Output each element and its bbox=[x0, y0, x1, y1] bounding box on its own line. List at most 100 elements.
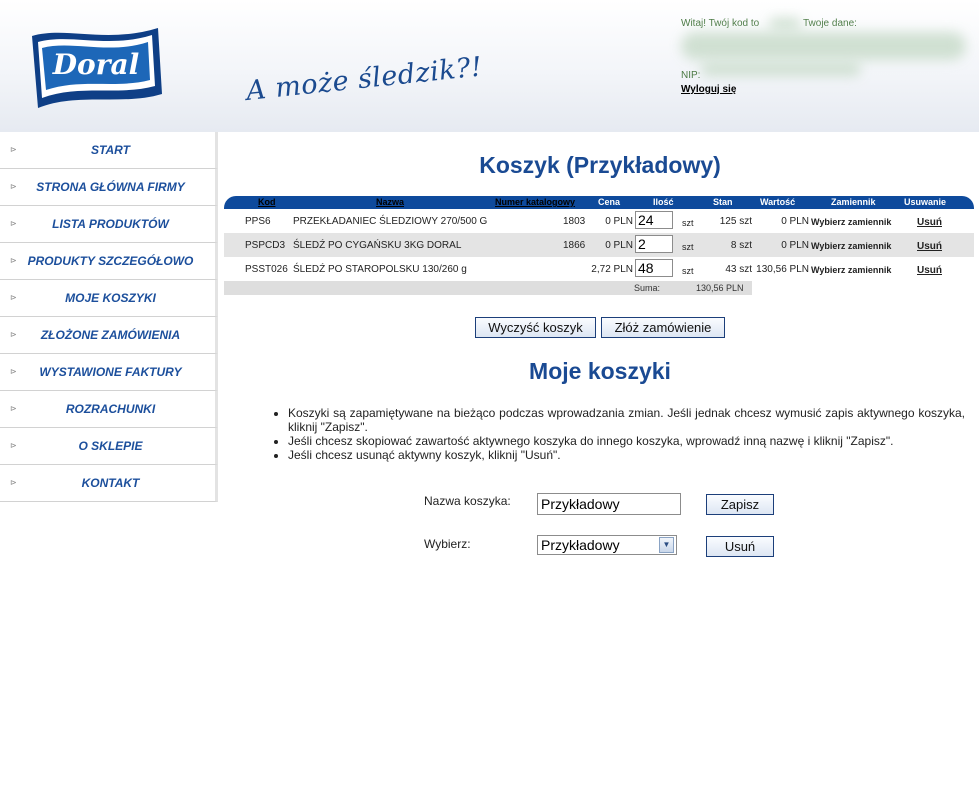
cell-numer: 1803 bbox=[563, 216, 586, 227]
cell-cena: 0 PLN bbox=[605, 240, 633, 251]
info-item: Koszyki są zapamiętywane na bieżąco podc… bbox=[288, 406, 965, 434]
cell-wartosc: 130,56 PLN bbox=[756, 264, 809, 275]
sidebar-item-label: LISTA PRODUKTÓW bbox=[52, 217, 169, 231]
choose-replacement-link[interactable]: Wybierz zamiennik bbox=[811, 265, 891, 275]
column-header-cena: Cena bbox=[598, 197, 621, 207]
choose-replacement-link[interactable]: Wybierz zamiennik bbox=[811, 241, 891, 251]
baskets-info-list: Koszyki są zapamiętywane na bieżąco podc… bbox=[274, 406, 965, 462]
cell-stan: 43 szt bbox=[725, 264, 752, 275]
info-item: Jeśli chcesz usunąć aktywny koszyk, klik… bbox=[288, 448, 965, 462]
logout-link[interactable]: Wyloguj się bbox=[681, 84, 736, 95]
basket-select-value: Przykładowy bbox=[541, 537, 620, 553]
arrow-icon: ⊳ bbox=[10, 145, 17, 154]
sidebar-item-label: STRONA GŁÓWNA FIRMY bbox=[36, 180, 185, 194]
cell-wartosc: 0 PLN bbox=[781, 240, 809, 251]
sum-label: Suma: bbox=[634, 283, 661, 293]
cart-table-header: Kod Nazwa Numer katalogowy Cena Ilość St… bbox=[224, 196, 974, 209]
cell-wartosc: 0 PLN bbox=[781, 216, 809, 227]
user-info: Witaj! Twój kod to Twoje dane: NIP: Wylo… bbox=[681, 18, 971, 118]
place-order-button[interactable]: Złóż zamówienie bbox=[601, 317, 725, 338]
arrow-icon: ⊳ bbox=[10, 182, 17, 191]
sidebar-item-products-list[interactable]: ⊳ LISTA PRODUKTÓW bbox=[0, 206, 218, 243]
cell-unit: szt bbox=[682, 266, 694, 276]
quantity-input[interactable] bbox=[635, 259, 673, 277]
arrow-icon: ⊳ bbox=[10, 367, 17, 376]
sidebar-item-label: KONTAKT bbox=[81, 476, 140, 490]
choose-replacement-link[interactable]: Wybierz zamiennik bbox=[811, 217, 891, 227]
column-header-usuwanie: Usuwanie bbox=[904, 197, 947, 207]
delete-item-link[interactable]: Usuń bbox=[917, 217, 942, 228]
basket-select[interactable]: Przykładowy ▼ bbox=[537, 535, 677, 555]
redacted-user-data bbox=[681, 32, 966, 60]
sum-value: 130,56 PLN bbox=[696, 283, 744, 293]
cell-kod: PPS6 bbox=[245, 216, 271, 227]
save-basket-button[interactable]: Zapisz bbox=[706, 494, 774, 515]
sidebar-item-about-shop[interactable]: ⊳ O SKLEPIE bbox=[0, 428, 218, 465]
sidebar-item-settlements[interactable]: ⊳ ROZRACHUNKI bbox=[0, 391, 218, 428]
slogan: A może śledzik?! bbox=[244, 51, 484, 107]
cell-kod: PSPCD3 bbox=[245, 240, 286, 251]
arrow-icon: ⊳ bbox=[10, 256, 17, 265]
welcome-text: Witaj! Twój kod to bbox=[681, 18, 760, 29]
sidebar-item-label: O SKLEPIE bbox=[78, 439, 143, 453]
quantity-input[interactable] bbox=[635, 235, 673, 253]
cell-nazwa: PRZEKŁADANIEC ŚLEDZIOWY 270/500 G bbox=[293, 216, 488, 227]
column-header-zamiennik: Zamiennik bbox=[831, 197, 876, 207]
cell-stan: 8 szt bbox=[730, 240, 752, 251]
arrow-icon: ⊳ bbox=[10, 478, 17, 487]
info-item: Jeśli chcesz skopiować zawartość aktywne… bbox=[288, 434, 965, 448]
nip-label: NIP: bbox=[681, 70, 701, 81]
cell-nazwa: ŚLEDŹ PO CYGAŃSKU 3KG DORAL bbox=[293, 240, 462, 251]
sidebar-item-my-baskets[interactable]: ⊳ MOJE KOSZYKI bbox=[0, 280, 218, 317]
table-row: PPS6 PRZEKŁADANIEC ŚLEDZIOWY 270/500 G 1… bbox=[224, 209, 974, 233]
sidebar-item-contact[interactable]: ⊳ KONTAKT bbox=[0, 465, 218, 502]
redacted-nip bbox=[701, 62, 861, 76]
sidebar-item-label: START bbox=[91, 143, 130, 157]
sidebar-item-label: ROZRACHUNKI bbox=[65, 402, 156, 416]
table-row: PSPCD3 ŚLEDŹ PO CYGAŃSKU 3KG DORAL 1866 … bbox=[224, 233, 974, 257]
cell-unit: szt bbox=[682, 218, 694, 228]
cell-nazwa: ŚLEDŹ PO STAROPOLSKU 130/260 g bbox=[293, 264, 467, 275]
page-header: Doral A może śledzik?! Witaj! Twój kod t… bbox=[0, 0, 979, 132]
column-header-kod[interactable]: Kod bbox=[258, 197, 276, 207]
cell-cena: 0 PLN bbox=[605, 216, 633, 227]
column-header-numer[interactable]: Numer katalogowy bbox=[495, 197, 575, 207]
arrow-icon: ⊳ bbox=[10, 404, 17, 413]
arrow-icon: ⊳ bbox=[10, 293, 17, 302]
sum-row: Suma: 130,56 PLN bbox=[224, 281, 752, 295]
basket-name-label: Nazwa koszyka: bbox=[424, 494, 511, 508]
arrow-icon: ⊳ bbox=[10, 330, 17, 339]
cell-numer: 1866 bbox=[563, 240, 586, 251]
sidebar-item-orders[interactable]: ⊳ ZŁOŻONE ZAMÓWIENIA bbox=[0, 317, 218, 354]
basket-name-input[interactable] bbox=[537, 493, 681, 515]
column-header-nazwa[interactable]: Nazwa bbox=[376, 197, 404, 207]
cart-table: Kod Nazwa Numer katalogowy Cena Ilość St… bbox=[224, 196, 974, 295]
redacted-code bbox=[769, 18, 801, 30]
arrow-icon: ⊳ bbox=[10, 441, 17, 450]
arrow-icon: ⊳ bbox=[10, 219, 17, 228]
chevron-down-icon[interactable]: ▼ bbox=[659, 537, 674, 553]
sidebar-item-start[interactable]: ⊳ START bbox=[0, 132, 218, 169]
sidebar-item-label: ZŁOŻONE ZAMÓWIENIA bbox=[40, 328, 181, 342]
column-header-wartosc: Wartość bbox=[760, 197, 796, 207]
cell-kod: PSST026 bbox=[245, 264, 288, 275]
quantity-input[interactable] bbox=[635, 211, 673, 229]
sidebar-item-label: MOJE KOSZYKI bbox=[65, 291, 156, 305]
sidebar-item-products-detail[interactable]: ⊳ PRODUKTY SZCZEGÓŁOWO bbox=[0, 243, 218, 280]
sidebar-item-label: PRODUKTY SZCZEGÓŁOWO bbox=[27, 254, 194, 268]
cell-unit: szt bbox=[682, 242, 694, 252]
sidebar-item-company-home[interactable]: ⊳ STRONA GŁÓWNA FIRMY bbox=[0, 169, 218, 206]
delete-item-link[interactable]: Usuń bbox=[917, 241, 942, 252]
column-header-ilosc: Ilość bbox=[653, 197, 674, 207]
delete-item-link[interactable]: Usuń bbox=[917, 265, 942, 276]
select-basket-label: Wybierz: bbox=[424, 537, 471, 551]
doral-logo[interactable]: Doral bbox=[26, 22, 166, 114]
table-row: PSST026 ŚLEDŹ PO STAROPOLSKU 130/260 g 2… bbox=[224, 257, 974, 281]
logo-text: Doral bbox=[52, 48, 140, 81]
delete-basket-button[interactable]: Usuń bbox=[706, 536, 774, 557]
cart-title: Koszyk (Przykładowy) bbox=[479, 152, 721, 178]
sidebar-item-label: WYSTAWIONE FAKTURY bbox=[39, 365, 182, 379]
clear-cart-button[interactable]: Wyczyść koszyk bbox=[475, 317, 596, 338]
sidebar-item-invoices[interactable]: ⊳ WYSTAWIONE FAKTURY bbox=[0, 354, 218, 391]
cell-cena: 2,72 PLN bbox=[591, 264, 633, 275]
